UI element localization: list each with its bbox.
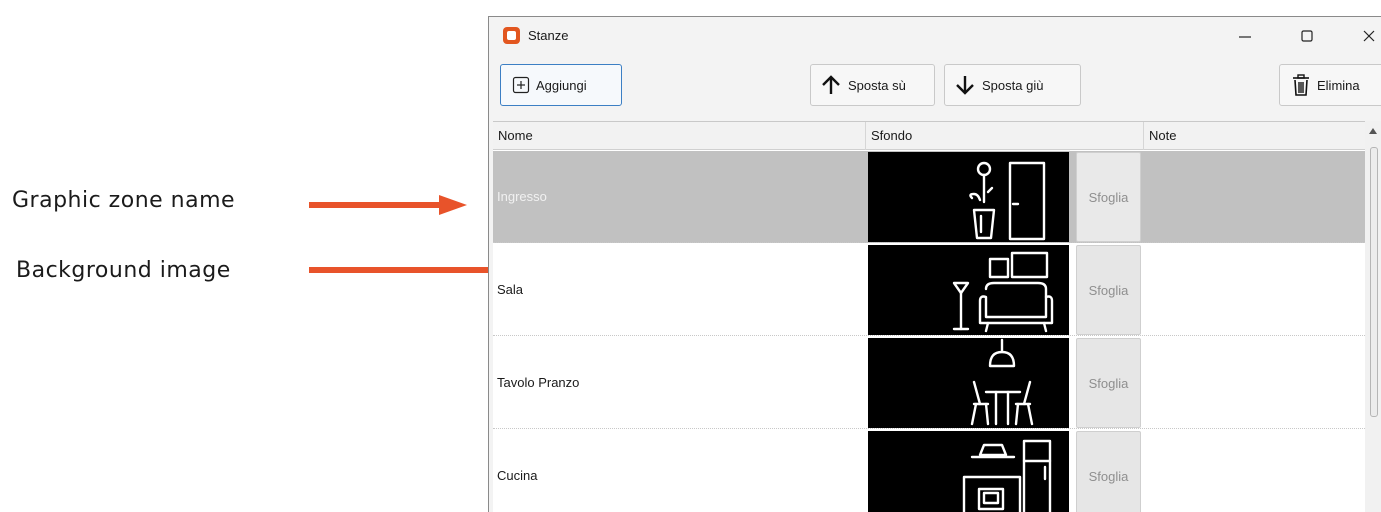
- add-button[interactable]: Aggiungi: [500, 64, 622, 106]
- arrow-down-icon: [954, 74, 976, 96]
- column-header-note[interactable]: Note: [1144, 122, 1365, 150]
- app-icon: [503, 27, 520, 44]
- move-up-button[interactable]: Sposta sù: [810, 64, 935, 106]
- close-button[interactable]: [1346, 21, 1381, 51]
- column-header-sfondo[interactable]: Sfondo: [866, 122, 1144, 150]
- annotation-background-label: Background image: [16, 258, 231, 283]
- browse-button[interactable]: Sfoglia: [1076, 245, 1141, 335]
- vertical-scrollbar[interactable]: [1365, 121, 1381, 512]
- browse-button[interactable]: Sfoglia: [1076, 431, 1141, 512]
- row-name-cell[interactable]: Tavolo Pranzo: [497, 337, 579, 429]
- move-down-button[interactable]: Sposta giù: [944, 64, 1081, 106]
- background-image-cell: [868, 338, 1069, 428]
- window-title: Stanze: [528, 28, 569, 43]
- screenshot-stage: Graphic zone name Background image Stanz…: [0, 0, 1381, 512]
- title-bar[interactable]: Stanze: [489, 17, 1381, 53]
- table-row[interactable]: Cucina Sfoglia: [493, 430, 1365, 512]
- maximize-icon: [1301, 30, 1313, 42]
- dining-table-icon: [970, 338, 1034, 426]
- minimize-icon: [1239, 36, 1251, 38]
- table-row[interactable]: Ingresso Sfoglia: [493, 151, 1365, 243]
- delete-button[interactable]: Elimina: [1279, 64, 1381, 106]
- minimize-button[interactable]: [1222, 21, 1268, 51]
- trash-icon: [1291, 74, 1311, 96]
- stanze-window: Stanze Aggiungi Sposta sù Sposta giù Eli…: [488, 16, 1381, 512]
- browse-button[interactable]: Sfoglia: [1076, 152, 1141, 242]
- column-header-nome[interactable]: Nome: [493, 122, 866, 150]
- move-up-button-label: Sposta sù: [848, 77, 906, 93]
- background-image-cell: [868, 245, 1069, 335]
- annotation-zone-name-label: Graphic zone name: [12, 188, 236, 213]
- rooms-grid: Nome Sfondo Note Ingresso Sfoglia Sala S…: [493, 121, 1365, 512]
- add-button-label: Aggiungi: [536, 77, 587, 93]
- maximize-button[interactable]: [1284, 21, 1330, 51]
- row-name-cell[interactable]: Ingresso: [497, 151, 547, 243]
- kitchen-icon: [962, 439, 1052, 512]
- entrance-icon: [969, 161, 1046, 241]
- move-down-button-label: Sposta giù: [982, 77, 1044, 93]
- table-row[interactable]: Sala Sfoglia: [493, 244, 1365, 336]
- background-image-cell: [868, 431, 1069, 512]
- annotation-zone-name-arrow: [309, 195, 467, 215]
- background-image-cell: [868, 152, 1069, 242]
- row-name-cell[interactable]: Cucina: [497, 430, 537, 512]
- row-name-cell[interactable]: Sala: [497, 244, 523, 336]
- arrow-up-icon: [820, 74, 842, 96]
- toolbar: Aggiungi Sposta sù Sposta giù Elimina: [489, 55, 1381, 119]
- plus-box-icon: [512, 76, 530, 94]
- browse-button[interactable]: Sfoglia: [1076, 338, 1141, 428]
- scrollbar-thumb[interactable]: [1370, 147, 1378, 417]
- scroll-up-icon[interactable]: [1369, 128, 1377, 134]
- close-icon: [1363, 30, 1375, 42]
- table-row[interactable]: Tavolo Pranzo Sfoglia: [493, 337, 1365, 429]
- grid-header: Nome Sfondo Note: [493, 122, 1365, 150]
- living-room-icon: [952, 251, 1054, 333]
- delete-button-label: Elimina: [1317, 77, 1360, 93]
